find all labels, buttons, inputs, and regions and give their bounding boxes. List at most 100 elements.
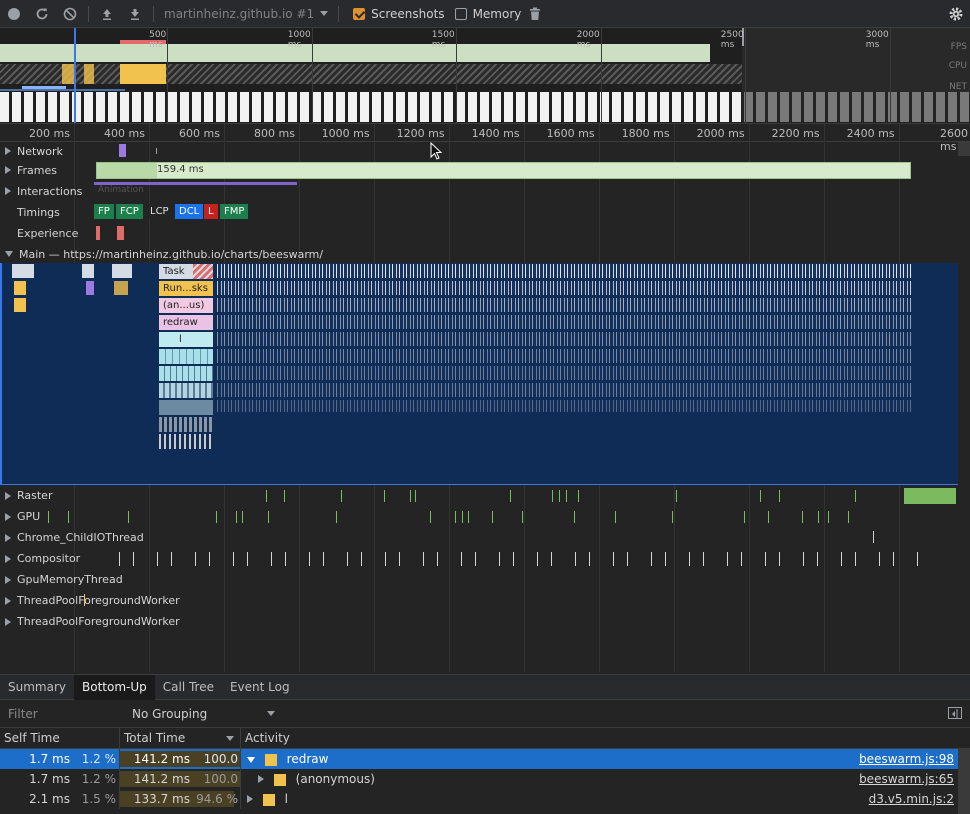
load-profile-button[interactable] — [93, 0, 121, 28]
reload-icon — [36, 8, 48, 19]
ruler-tick-label: 1000 ms — [321, 127, 370, 140]
source-link[interactable]: beeswarm.js:65 — [859, 769, 954, 789]
script-block[interactable] — [114, 281, 128, 295]
profile-name: martinheinz.github.io #1 — [164, 6, 315, 21]
source-link[interactable]: beeswarm.js:98 — [859, 749, 954, 769]
network-request[interactable] — [119, 144, 126, 157]
layout-shift-marker[interactable] — [96, 226, 100, 240]
collapse-arrow-icon[interactable] — [247, 757, 255, 763]
reload-record-button[interactable] — [28, 0, 56, 28]
timing-l[interactable]: L — [204, 204, 218, 219]
nested-call-block[interactable] — [159, 417, 213, 432]
table-row[interactable]: 2.1 ms 1.5 % 133.7 ms 94.6 % l d3.v5.min… — [0, 789, 970, 809]
task-block[interactable] — [112, 264, 132, 278]
column-self-time[interactable]: Self Time — [0, 728, 120, 749]
timeline-overview[interactable]: 500 ms 1000 ms 1500 ms 2000 ms 2500 ms 3… — [0, 28, 970, 124]
threadpool-worker-track[interactable]: ThreadPoolForegroundWorker — [0, 590, 970, 611]
timing-fmp[interactable]: FMP — [220, 204, 249, 219]
raster-track[interactable]: Raster — [0, 485, 970, 506]
layout-shift-marker[interactable] — [117, 226, 124, 240]
expand-arrow-icon — [5, 554, 11, 563]
redraw-function-block[interactable]: redraw — [159, 315, 213, 330]
experience-track[interactable]: Experience — [0, 223, 78, 243]
frames-bar[interactable]: 159.4 ms — [96, 162, 911, 179]
tab-bottom-up[interactable]: Bottom-Up — [74, 675, 155, 700]
tab-call-tree[interactable]: Call Tree — [155, 675, 222, 700]
expand-arrow-icon[interactable] — [247, 795, 253, 803]
main-thread-header[interactable]: Main — https://martinheinz.github.io/cha… — [0, 245, 970, 263]
table-row[interactable]: 1.7 ms 1.2 % 141.2 ms 100.0 % (anonymous… — [0, 769, 970, 806]
anonymous-function-block[interactable]: (an...us) — [159, 298, 213, 313]
l-function-block[interactable]: l — [159, 332, 213, 347]
save-profile-button[interactable] — [121, 0, 149, 28]
child-io-thread-track[interactable]: Chrome_ChildIOThread — [0, 527, 970, 548]
threadpool-worker-track[interactable]: ThreadPoolForegroundWorker — [0, 611, 970, 632]
run-microtasks-block[interactable]: Run...sks — [159, 281, 213, 296]
task-block[interactable] — [12, 264, 34, 278]
memory-label: Memory — [472, 6, 522, 21]
column-total-time[interactable]: Total Time — [120, 728, 241, 749]
table-scrollbar[interactable] — [958, 749, 970, 814]
expand-arrow-icon — [5, 575, 11, 584]
profile-select[interactable]: martinheinz.github.io #1 — [158, 7, 334, 21]
network-track[interactable]: Network — [0, 141, 63, 161]
overview-tick-label: 500 ms — [149, 30, 167, 50]
timing-dcl[interactable]: DCL — [175, 204, 204, 219]
toolbar-divider — [338, 5, 340, 22]
nested-call-block[interactable] — [159, 383, 213, 398]
capture-settings-button[interactable] — [942, 0, 970, 28]
expand-arrow-icon[interactable] — [258, 775, 264, 783]
cpu-scripting-block — [84, 64, 94, 84]
grouping-select[interactable]: No Grouping — [132, 707, 276, 721]
record-button[interactable] — [0, 0, 28, 28]
expand-arrow-icon — [5, 533, 11, 542]
record-icon — [8, 7, 20, 20]
filter-input[interactable] — [4, 703, 126, 724]
column-activity[interactable]: Activity — [241, 728, 970, 749]
table-row[interactable]: 1.7 ms 1.2 % 141.2 ms 100.0 % redraw bee… — [0, 749, 970, 786]
gpu-track[interactable]: GPU — [0, 506, 970, 527]
parse-block[interactable] — [86, 281, 94, 295]
tracks-scrollbar[interactable] — [958, 142, 970, 156]
network-request[interactable] — [156, 148, 157, 154]
frames-track[interactable]: Frames — [0, 160, 57, 180]
task-block-selected[interactable]: Task — [159, 264, 213, 279]
main-thread-label: Main — https://martinheinz.github.io/cha… — [19, 247, 324, 261]
flame-l-label: l — [179, 334, 182, 345]
expand-arrow-icon — [5, 491, 11, 500]
timing-lcp[interactable]: LCP — [146, 204, 173, 219]
compositor-events[interactable] — [96, 552, 922, 566]
gpu-memory-thread-track[interactable]: GpuMemoryThread — [0, 569, 970, 590]
nested-call-block[interactable] — [159, 366, 213, 381]
upload-icon — [103, 8, 111, 20]
memory-checkbox[interactable]: Memory — [454, 6, 522, 21]
clear-button[interactable] — [56, 0, 84, 28]
collect-garbage-button[interactable] — [521, 0, 549, 28]
main-flame-chart[interactable]: Task Run...sks (an...us) redraw l — [0, 263, 958, 485]
toggle-sidebar-button[interactable] — [948, 707, 962, 719]
timing-fp[interactable]: FP — [94, 204, 114, 219]
expand-arrow-icon — [5, 187, 11, 195]
nested-call-block[interactable] — [159, 349, 213, 364]
task-block[interactable] — [82, 264, 94, 278]
compositor-track-label: Compositor — [17, 552, 81, 565]
selection-handle-left[interactable] — [74, 28, 76, 123]
tab-summary[interactable]: Summary — [0, 675, 74, 700]
timings-track[interactable]: Timings — [0, 202, 60, 222]
screenshots-checkbox[interactable]: Screenshots — [353, 7, 445, 21]
interactions-track[interactable]: Interactions — [0, 181, 82, 201]
expand-arrow-icon — [5, 617, 11, 626]
interactions-track-label: Interactions — [17, 184, 83, 198]
tab-event-log[interactable]: Event Log — [222, 675, 298, 700]
script-block[interactable] — [14, 281, 26, 295]
ruler-tick-label: 600 ms — [178, 127, 220, 140]
timing-fcp[interactable]: FCP — [116, 204, 143, 219]
raster-task[interactable] — [904, 488, 956, 504]
cpu-chart — [0, 64, 742, 84]
nested-call-block[interactable] — [159, 434, 213, 449]
source-link[interactable]: d3.v5.min.js:2 — [869, 789, 954, 809]
script-block[interactable] — [14, 298, 26, 312]
nested-call-block[interactable] — [159, 400, 213, 415]
overview-tick-label: 3000 ms — [865, 30, 889, 50]
child-io-thread-label: Chrome_ChildIOThread — [17, 531, 144, 544]
